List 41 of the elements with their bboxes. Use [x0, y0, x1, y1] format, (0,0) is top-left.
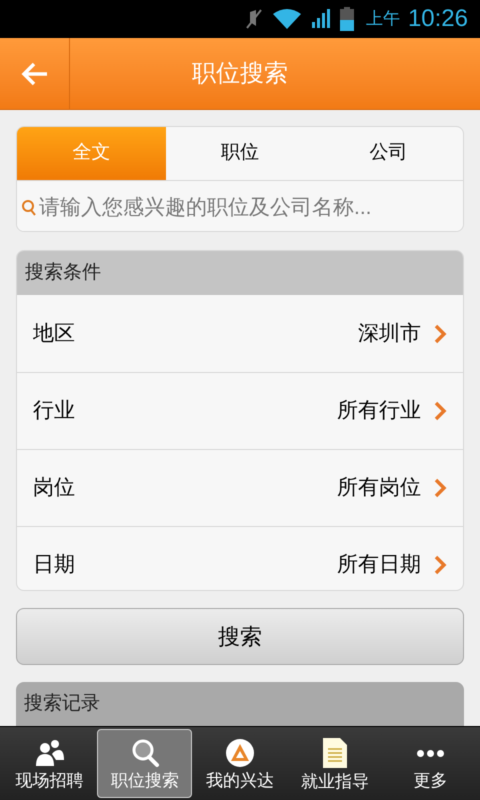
condition-value: 深圳市 — [358, 320, 421, 347]
time-period: 上午 — [366, 8, 400, 30]
people-icon — [34, 738, 65, 768]
search-icon — [130, 738, 160, 768]
nav-tab[interactable]: 我的兴达 — [192, 729, 288, 798]
nav-tab[interactable]: 现场招聘 — [2, 729, 98, 798]
more-icon — [416, 750, 444, 756]
nav-tab[interactable]: 就业指导 — [288, 729, 383, 798]
search-icon — [21, 199, 37, 217]
chevron-icon — [433, 401, 447, 422]
condition-row[interactable]: 日期 所有日期 — [17, 526, 463, 590]
search-button[interactable]: 搜索 — [16, 608, 464, 665]
condition-value: 所有岗位 — [337, 475, 421, 502]
page-title: 职位搜索 — [191, 58, 289, 88]
search-field[interactable]: 请输入您感兴趣的职位及公司名称... — [39, 192, 459, 224]
signal-icon — [310, 8, 332, 30]
chevron-icon — [433, 555, 447, 576]
nav-tab[interactable]: 职位搜索 — [97, 729, 192, 798]
condition-label: 行业 — [33, 398, 76, 424]
section-title: 搜索条件 — [25, 260, 101, 285]
clock: 10:26 — [408, 4, 468, 34]
document-icon — [322, 737, 348, 769]
wifi-icon — [272, 8, 302, 30]
nav-tab[interactable]: 更多 — [382, 729, 478, 798]
condition-label: 地区 — [33, 320, 76, 347]
chevron-icon — [433, 478, 447, 498]
chevron-icon — [433, 324, 447, 344]
condition-label: 岗位 — [33, 475, 76, 502]
mute-icon — [244, 8, 264, 30]
logo-icon — [225, 738, 255, 768]
search-tab[interactable]: 职位 — [166, 127, 314, 180]
condition-row[interactable]: 岗位 所有岗位 — [17, 449, 463, 526]
search-tab[interactable]: 公司 — [314, 127, 463, 180]
condition-label: 日期 — [33, 552, 76, 578]
condition-value: 所有行业 — [337, 398, 421, 424]
section-title: 搜索记录 — [24, 692, 100, 716]
battery-icon — [340, 7, 354, 31]
condition-row[interactable]: 地区 深圳市 — [17, 295, 463, 372]
back-arrow-icon — [20, 62, 48, 86]
condition-row[interactable]: 行业 所有行业 — [17, 372, 463, 450]
condition-value: 所有日期 — [337, 552, 421, 578]
